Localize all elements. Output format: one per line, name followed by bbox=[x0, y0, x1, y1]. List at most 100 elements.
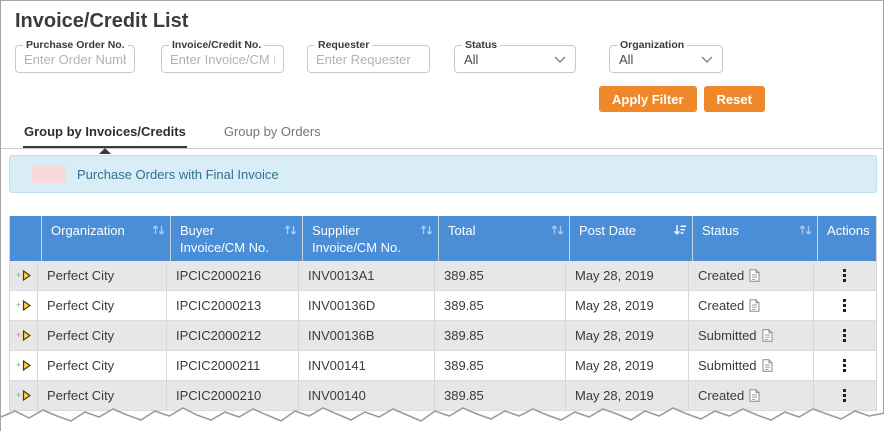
cell-post-date: May 28, 2019 bbox=[566, 321, 689, 350]
column-label: Total bbox=[448, 223, 476, 238]
table-row: + Perfect City IPCIC2000216 INV0013A1 389.85… bbox=[10, 261, 876, 291]
column-header-total[interactable]: Total bbox=[439, 216, 570, 261]
apply-filter-button[interactable]: Apply Filter bbox=[599, 86, 697, 112]
column-label: Supplier Invoice/CM No. bbox=[312, 223, 401, 255]
expand-arrow-icon bbox=[23, 270, 32, 281]
expand-arrow-icon bbox=[23, 330, 32, 341]
expand-arrow-icon bbox=[23, 390, 32, 401]
document-icon[interactable] bbox=[749, 389, 760, 402]
torn-edge-decoration bbox=[1, 407, 884, 431]
cell-total: 389.85 bbox=[435, 261, 566, 290]
column-header-actions: Actions bbox=[818, 216, 878, 261]
table-row: + Perfect City IPCIC2000213 INV00136D 389.85… bbox=[10, 291, 876, 321]
cell-status: Submitted bbox=[689, 351, 814, 380]
requester-label: Requester bbox=[315, 39, 373, 51]
sort-descending-icon[interactable] bbox=[673, 224, 687, 236]
document-icon[interactable] bbox=[749, 299, 760, 312]
row-expand-button[interactable]: + bbox=[10, 351, 38, 380]
row-actions-menu-button[interactable] bbox=[814, 321, 874, 350]
row-actions-menu-button[interactable] bbox=[814, 261, 874, 290]
cell-status: Created bbox=[689, 291, 814, 320]
cell-buyer-invoice: IPCIC2000213 bbox=[167, 291, 299, 320]
column-header-buyer-invoice-cm-no[interactable]: Buyer Invoice/CM No. bbox=[171, 216, 303, 261]
chevron-down-icon bbox=[554, 55, 566, 63]
invoice-credit-list-page: Invoice/Credit List Purchase Order No. I… bbox=[0, 0, 884, 431]
expand-arrow-icon bbox=[23, 360, 32, 371]
sort-arrows-icon[interactable] bbox=[284, 224, 297, 236]
cell-organization: Perfect City bbox=[38, 291, 167, 320]
banner-text: Purchase Orders with Final Invoice bbox=[77, 166, 279, 182]
plus-mark: + bbox=[15, 300, 22, 310]
column-label: Post Date bbox=[579, 223, 637, 238]
sort-arrows-icon[interactable] bbox=[152, 224, 165, 236]
row-expand-button[interactable]: + bbox=[10, 321, 38, 350]
cell-supplier-invoice: INV0013A1 bbox=[299, 261, 435, 290]
invoice-credit-label: Invoice/Credit No. bbox=[169, 39, 265, 51]
table-header-row: Organization Buyer Invoice/CM No. Supplier… bbox=[10, 216, 876, 261]
final-invoice-color-swatch bbox=[32, 165, 66, 183]
cell-status: Submitted bbox=[689, 321, 814, 350]
cell-buyer-invoice: IPCIC2000212 bbox=[167, 321, 299, 350]
organization-label: Organization bbox=[617, 39, 688, 51]
status-text: Created bbox=[698, 268, 745, 283]
column-label: Organization bbox=[51, 223, 125, 238]
row-expand-button[interactable]: + bbox=[10, 261, 38, 290]
row-actions-menu-button[interactable] bbox=[814, 351, 874, 380]
status-text: Submitted bbox=[698, 328, 757, 343]
cell-total: 389.85 bbox=[435, 291, 566, 320]
document-icon[interactable] bbox=[762, 329, 773, 342]
cell-status: Created bbox=[689, 261, 814, 290]
tab-group-by-invoices-credits[interactable]: Group by Invoices/Credits bbox=[23, 122, 187, 154]
table-body: + Perfect City IPCIC2000216 INV0013A1 389.85… bbox=[10, 261, 876, 411]
cell-supplier-invoice: INV00141 bbox=[299, 351, 435, 380]
row-actions-menu-button[interactable] bbox=[814, 291, 874, 320]
plus-mark: + bbox=[15, 330, 22, 340]
reset-button[interactable]: Reset bbox=[703, 86, 765, 112]
sort-arrows-icon[interactable] bbox=[420, 224, 433, 236]
cell-total: 389.85 bbox=[435, 351, 566, 380]
status-text: Created bbox=[698, 298, 745, 313]
invoice-credit-table: Organization Buyer Invoice/CM No. Supplier… bbox=[9, 216, 877, 411]
cell-post-date: May 28, 2019 bbox=[566, 351, 689, 380]
column-header-organization[interactable]: Organization bbox=[42, 216, 171, 261]
plus-mark: + bbox=[15, 390, 22, 400]
column-header-post-date[interactable]: Post Date bbox=[570, 216, 693, 261]
sort-arrows-icon[interactable] bbox=[799, 224, 812, 236]
final-invoice-legend-banner: Purchase Orders with Final Invoice bbox=[9, 155, 877, 193]
cell-post-date: May 28, 2019 bbox=[566, 261, 689, 290]
tab-group-by-orders[interactable]: Group by Orders bbox=[223, 122, 322, 148]
column-header-supplier-invoice-cm-no[interactable]: Supplier Invoice/CM No. bbox=[303, 216, 439, 261]
document-icon[interactable] bbox=[749, 269, 760, 282]
expand-arrow-icon bbox=[23, 300, 32, 311]
sort-arrows-icon[interactable] bbox=[551, 224, 564, 236]
tab-label: Group by Invoices/Credits bbox=[24, 124, 186, 139]
cell-buyer-invoice: IPCIC2000211 bbox=[167, 351, 299, 380]
organization-selected-value: All bbox=[619, 51, 634, 67]
status-text: Submitted bbox=[698, 358, 757, 373]
status-selected-value: All bbox=[464, 51, 479, 67]
document-icon[interactable] bbox=[762, 359, 773, 372]
cell-organization: Perfect City bbox=[38, 351, 167, 380]
table-row: + Perfect City IPCIC2000212 INV00136B 389.85… bbox=[10, 321, 876, 351]
column-label: Buyer Invoice/CM No. bbox=[180, 223, 269, 255]
cell-buyer-invoice: IPCIC2000216 bbox=[167, 261, 299, 290]
expand-column-header bbox=[10, 216, 42, 261]
cell-supplier-invoice: INV00136D bbox=[299, 291, 435, 320]
cell-total: 389.85 bbox=[435, 321, 566, 350]
kebab-menu-icon bbox=[842, 269, 846, 282]
column-label: Status bbox=[702, 223, 739, 238]
plus-mark: + bbox=[15, 360, 22, 370]
kebab-menu-icon bbox=[842, 299, 846, 312]
column-header-status[interactable]: Status bbox=[693, 216, 818, 261]
filter-bar: Purchase Order No. Invoice/Credit No. Re… bbox=[15, 39, 723, 73]
kebab-menu-icon bbox=[842, 329, 846, 342]
row-expand-button[interactable]: + bbox=[10, 291, 38, 320]
page-title: Invoice/Credit List bbox=[15, 10, 189, 32]
purchase-order-label: Purchase Order No. bbox=[23, 39, 128, 51]
cell-post-date: May 28, 2019 bbox=[566, 291, 689, 320]
cell-organization: Perfect City bbox=[38, 261, 167, 290]
organization-select[interactable]: Organization All bbox=[609, 39, 723, 73]
tab-bar: Group by Invoices/Credits Group by Order… bbox=[1, 122, 883, 154]
status-select[interactable]: Status All bbox=[454, 39, 576, 73]
invoice-credit-field: Invoice/Credit No. bbox=[161, 39, 284, 73]
